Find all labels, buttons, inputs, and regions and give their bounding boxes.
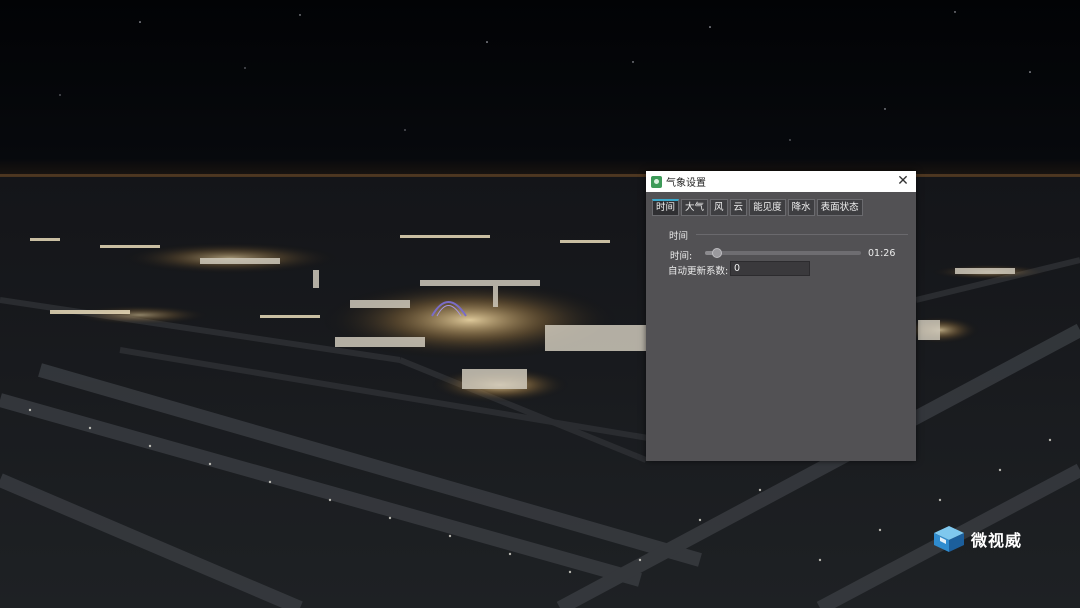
auto-update-coef-input[interactable] (730, 261, 810, 276)
watermark: 微视威 (933, 525, 1022, 553)
cube-logo-icon (934, 526, 964, 552)
tab-cloud[interactable]: 云 (729, 199, 748, 216)
watermark-text: 微视威 (971, 531, 1023, 550)
time-slider[interactable] (705, 248, 861, 258)
time-label: 时间: (670, 251, 693, 262)
tab-time[interactable]: 时间 (652, 199, 680, 216)
tab-visibility[interactable]: 能见度 (749, 199, 786, 216)
group-title: 时间 (669, 231, 689, 242)
dialog-title: 气象设置 (666, 178, 706, 189)
auto-update-coef-label: 自动更新系数: (668, 266, 729, 277)
group-divider (696, 234, 908, 235)
airport-night-scene (0, 0, 1080, 608)
tab-atmosphere[interactable]: 大气 (681, 199, 709, 216)
weather-settings-dialog: 气象设置 ✕ 时间 大气 风 云 能见度 降水 表面状态 时间 时间: 01:2… (646, 171, 916, 461)
time-slider-handle[interactable] (711, 248, 722, 258)
tab-bar: 时间 大气 风 云 能见度 降水 表面状态 (652, 199, 863, 216)
time-value: 01:26 (868, 248, 896, 259)
close-icon[interactable]: ✕ (895, 173, 911, 189)
app-icon (651, 175, 662, 188)
dialog-titlebar[interactable]: 气象设置 ✕ (646, 171, 916, 192)
tab-wind[interactable]: 风 (710, 199, 728, 216)
tab-precipitation[interactable]: 降水 (787, 199, 815, 216)
tab-surface-state[interactable]: 表面状态 (816, 199, 863, 216)
